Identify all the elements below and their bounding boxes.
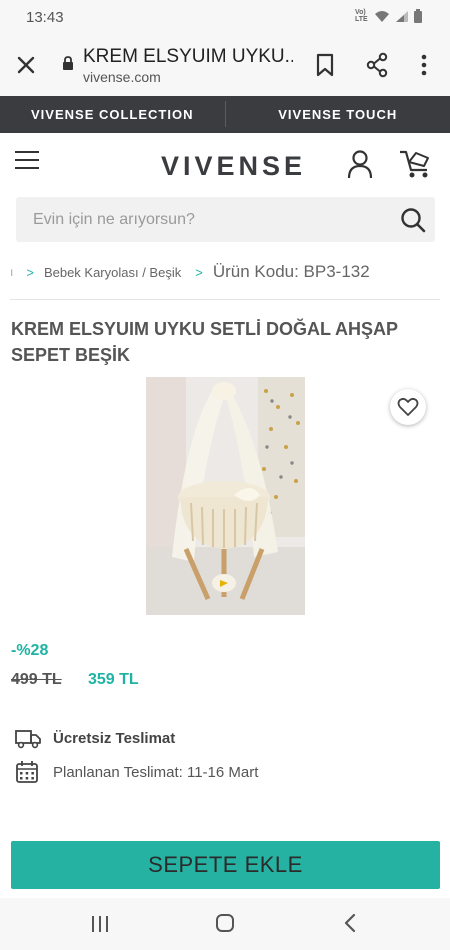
product-code: Ürün Kodu: BP3-132 — [212, 262, 370, 281]
planned-delivery-label: Planlanan Teslimat: 11-16 Mart — [53, 763, 259, 781]
url-domain[interactable]: vivense.com — [83, 69, 161, 85]
menu-icon[interactable] — [15, 151, 39, 171]
calendar-icon — [16, 761, 38, 783]
new-price: 359 TL — [88, 671, 139, 688]
back-icon[interactable] — [343, 913, 357, 933]
free-delivery-row: Ücretsiz Teslimat — [15, 726, 175, 750]
status-time: 13:43 — [26, 9, 64, 26]
search-box — [16, 197, 435, 242]
bookmark-icon[interactable] — [313, 52, 337, 78]
user-icon[interactable] — [346, 149, 374, 179]
search-icon[interactable] — [399, 206, 427, 234]
signal-icon — [396, 10, 408, 22]
collection-bar: VIVENSE COLLECTION VIVENSE TOUCH — [0, 96, 450, 133]
status-icons: Vo) LTE — [355, 9, 422, 23]
browser-address-bar: KREM ELSYUIM UYKU... vivense.com — [0, 34, 450, 96]
wifi-icon — [375, 10, 389, 22]
close-icon[interactable] — [14, 53, 38, 77]
favorite-button[interactable] — [390, 389, 426, 425]
search-input[interactable] — [16, 197, 386, 242]
vivense-touch-link[interactable]: VIVENSE TOUCH — [226, 96, 450, 133]
truck-icon — [15, 730, 41, 749]
home-icon[interactable] — [215, 913, 235, 933]
status-bar: 13:43 Vo) LTE — [0, 0, 450, 34]
heart-icon — [397, 397, 419, 416]
product-image[interactable] — [146, 377, 305, 615]
lock-icon — [63, 56, 73, 70]
battery-icon — [414, 9, 422, 23]
discount-badge: -%28 — [11, 642, 49, 659]
breadcrumb-category[interactable]: Bebek Karyolası / Beşik — [44, 265, 181, 280]
vivense-collection-link[interactable]: VIVENSE COLLECTION — [0, 96, 225, 133]
add-to-cart-button[interactable]: SEPETE EKLE — [11, 841, 440, 889]
logo[interactable]: VIVENSE — [161, 151, 306, 182]
more-icon[interactable] — [414, 52, 434, 78]
site-header: VIVENSE — [0, 133, 450, 193]
divider — [10, 299, 440, 300]
old-price: 499 TL — [11, 671, 62, 688]
breadcrumb-truncated: ı — [10, 265, 14, 279]
breadcrumb: ı > Bebek Karyolası / Beşik > Ürün Kodu:… — [10, 261, 370, 283]
free-delivery-label: Ücretsiz Teslimat — [53, 729, 176, 747]
cart-icon[interactable] — [398, 149, 432, 179]
breadcrumb-separator: > — [26, 264, 34, 280]
system-navigation-bar — [0, 898, 450, 950]
share-icon[interactable] — [365, 52, 389, 78]
page-title[interactable]: KREM ELSYUIM UYKU... — [83, 46, 293, 68]
volte-icon: Vo) LTE — [355, 9, 368, 23]
product-title: KREM ELSYUIM UYKU SETLİ DOĞAL AHŞAP SEPE… — [11, 319, 398, 365]
breadcrumb-separator: > — [195, 264, 203, 280]
recent-apps-icon[interactable] — [90, 915, 110, 933]
planned-delivery-row: Planlanan Teslimat: 11-16 Mart — [15, 760, 258, 784]
